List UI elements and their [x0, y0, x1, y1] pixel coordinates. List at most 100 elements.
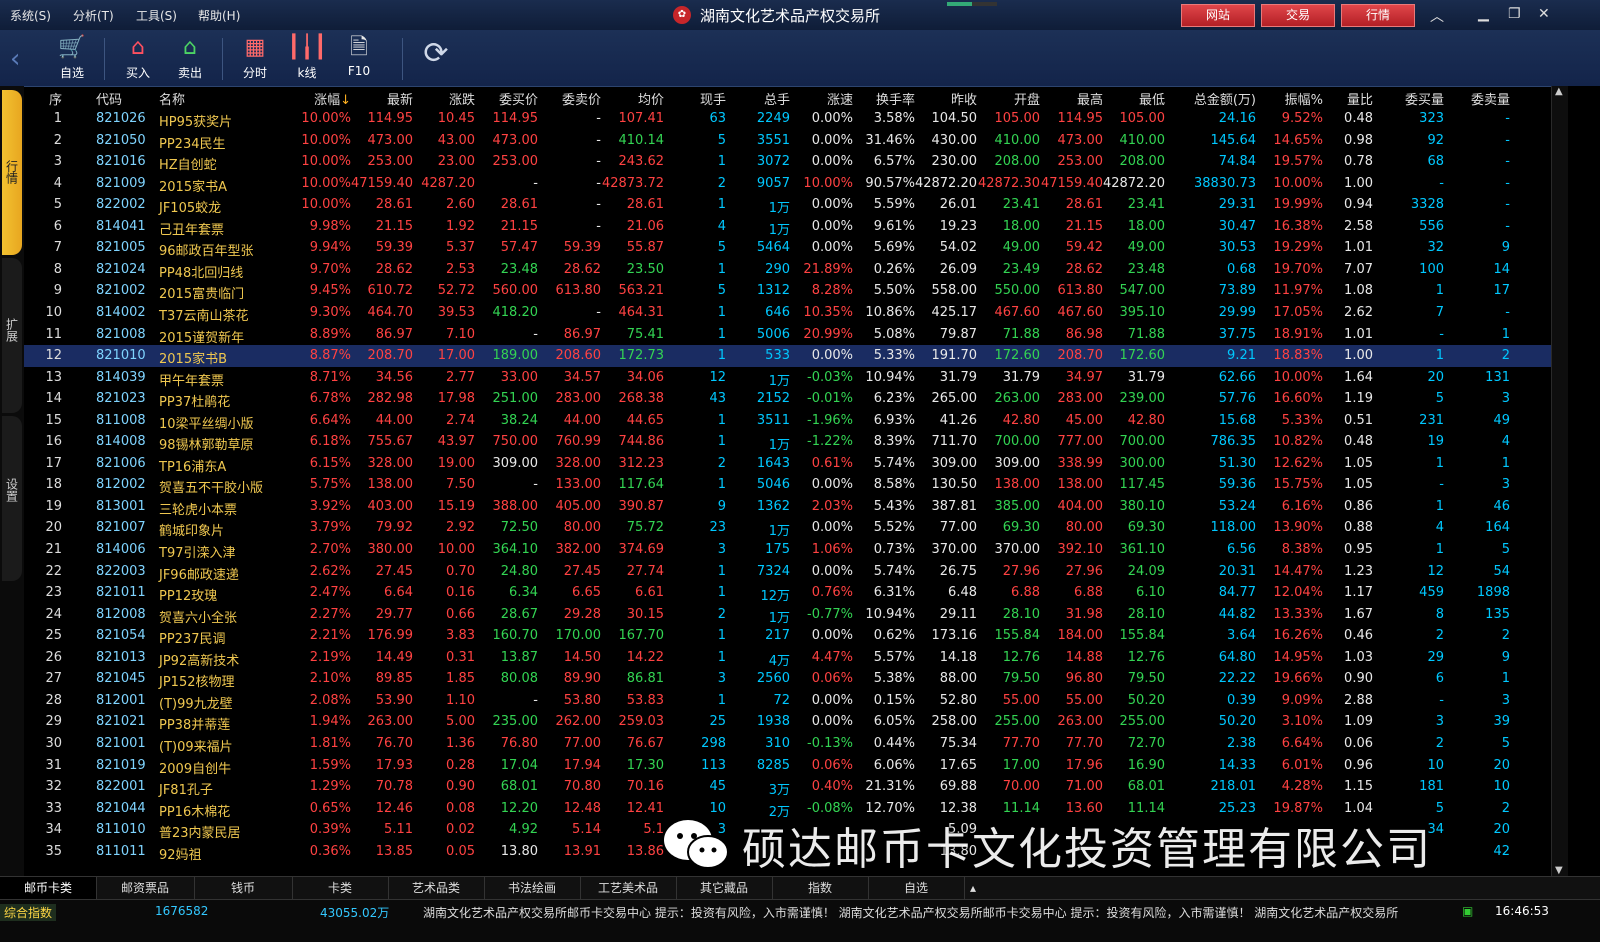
header-col-speed[interactable]: 涨速	[827, 89, 853, 108]
header-col-high[interactable]: 最高	[1077, 89, 1103, 108]
header-col-ask[interactable]: 委卖价	[562, 89, 601, 108]
buy-button[interactable]: ⌂ 买入	[114, 34, 162, 81]
tab-category-9[interactable]: 自选	[868, 877, 965, 899]
table-row[interactable]: 13 814039 甲午年套票 8.71% 34.56 2.77 33.00 34.57 34.…	[24, 367, 1551, 389]
header-col-low[interactable]: 最低	[1139, 89, 1165, 108]
table-row[interactable]: 12 821010 2015家书B 8.87% 208.70 17.00 189.00 208…	[24, 345, 1551, 367]
table-row[interactable]: 7 821005 96邮政百年型张 9.94% 59.39 5.37 57.47 59.39 5…	[24, 237, 1551, 259]
table-row[interactable]: 28 812001 (T)99九龙壁 2.08% 53.90 1.10 - 53.80 53.8…	[24, 690, 1551, 712]
header-col-name[interactable]: 名称	[159, 89, 185, 108]
cell-low: 31.79	[1127, 369, 1165, 385]
header-col-vol-total[interactable]: 总手	[764, 89, 790, 108]
cell-change-pct: 2.08%	[309, 692, 351, 708]
table-row[interactable]: 32 822001 JF81孔子 1.29% 70.78 0.90 68.01 70.80 70…	[24, 776, 1551, 798]
header-col-amplitude[interactable]: 振幅%	[1285, 89, 1323, 108]
table-row[interactable]: 17 821006 TP16浦东A 6.15% 328.00 19.00 309.00 328…	[24, 453, 1551, 475]
side-tab-quote[interactable]: 行情	[2, 90, 22, 255]
cell-vol-total: 1312	[756, 283, 790, 299]
tab-category-1[interactable]: 邮资票品	[96, 877, 195, 899]
table-row[interactable]: 31 821019 2009自创牛 1.59% 17.93 0.28 17.04 17.94 1…	[24, 755, 1551, 777]
table-row[interactable]: 15 811008 10梁平丝绸小版 6.64% 44.00 2.74 38.24 44.00…	[24, 410, 1551, 432]
tab-category-5[interactable]: 书法绘画	[484, 877, 581, 899]
favorites-button[interactable]: 🛒 自选	[48, 34, 96, 81]
table-row[interactable]: 27 821045 JP152核物理 2.10% 89.85 1.85 80.08 89.90…	[24, 668, 1551, 690]
cell-turnover: 8.58%	[873, 477, 915, 493]
kline-button[interactable]: ┃╽┃ k线	[283, 34, 331, 81]
header-col-last[interactable]: 最新	[387, 89, 413, 108]
header-col-open[interactable]: 开盘	[1014, 89, 1040, 108]
table-row[interactable]: 3 821016 HZ自创蛇 10.00% 253.00 23.00 253.00-243.…	[24, 151, 1551, 173]
header-col-change[interactable]: 涨跌	[449, 89, 475, 108]
header-col-avg[interactable]: 均价	[638, 89, 664, 108]
header-col-ask-vol[interactable]: 委卖量	[1471, 89, 1510, 108]
tabs-scroll-icon[interactable]: ▴	[966, 877, 980, 899]
table-row[interactable]: 1 821026 HP95获奖片 10.00% 114.95 10.45 114.95 - 10…	[24, 108, 1551, 130]
header-col-bid-vol[interactable]: 委买量	[1405, 89, 1444, 108]
header-col-change-pct[interactable]: 涨幅↓	[314, 89, 351, 108]
menu-tools[interactable]: 工具(S)	[136, 7, 177, 24]
cell-vol-total: 5006	[756, 326, 790, 342]
tab-category-6[interactable]: 工艺美术品	[580, 877, 677, 899]
trade-button[interactable]: 交易	[1261, 4, 1335, 27]
cell-bid-vol: 181	[1419, 779, 1444, 795]
close-icon[interactable]: ✕	[1538, 6, 1550, 22]
table-row[interactable]: 19 813001 三轮虎小本票 3.92% 403.00 15.19 388.00 405.…	[24, 496, 1551, 518]
table-row[interactable]: 29 821021 PP38并蒂莲 1.94% 263.00 5.00 235.00 262.…	[24, 711, 1551, 733]
menu-system[interactable]: 系统(S)	[10, 7, 51, 24]
header-col-bid[interactable]: 委买价	[499, 89, 538, 108]
cell-open: 255.00	[994, 714, 1041, 730]
table-row[interactable]: 26 821013 JP92高新技术 2.19% 14.49 0.31 13.87 14.50…	[24, 647, 1551, 669]
f10-button[interactable]: 🗎 F10	[335, 34, 383, 78]
refresh-button[interactable]: ⟳	[412, 39, 460, 70]
table-row[interactable]: 2 821050 PP234民生 10.00% 473.00 43.00 473.00 - 41…	[24, 130, 1551, 152]
header-col-code[interactable]: 代码	[96, 89, 122, 108]
cell-prev-close: 130.50	[931, 477, 978, 493]
table-row[interactable]: 20 821007 鹤城印象片 3.79% 79.92 2.92 72.50 80.00 75.…	[24, 517, 1551, 539]
table-row[interactable]: 11 821008 2015谨贺新年 8.89% 86.97 7.10-86.97 75.4…	[24, 324, 1551, 346]
table-row[interactable]: 30 821001 (T)09来福片 1.81% 76.70 1.36 76.80 77.00…	[24, 733, 1551, 755]
cell-prev-close: 230.00	[931, 154, 978, 170]
tab-category-8[interactable]: 指数	[772, 877, 869, 899]
tab-category-7[interactable]: 其它藏品	[676, 877, 773, 899]
tab-category-2[interactable]: 钱币	[194, 877, 293, 899]
table-row[interactable]: 6 814041 己丑年套票 9.98% 21.15 1.92 21.15 - 21.06 4 1万…	[24, 216, 1551, 238]
cell-high: 338.99	[1057, 455, 1104, 471]
minimize-icon[interactable]: ▁	[1478, 6, 1489, 22]
cell-vol-ratio: 1.64	[1344, 369, 1373, 385]
collapse-icon[interactable]: ︿	[1430, 6, 1444, 26]
scroll-up-icon[interactable]: ▲	[1555, 86, 1563, 97]
tab-stamp-coin-card[interactable]: 邮币卡类	[0, 877, 97, 899]
header-col-vol-now[interactable]: 现手	[700, 89, 726, 108]
table-row[interactable]: 22 822003 JF96邮政速递 2.62% 27.45 0.70 24.80 27.45…	[24, 561, 1551, 583]
quote-button[interactable]: 行情	[1341, 4, 1415, 27]
vertical-scrollbar[interactable]: ▲ ▼	[1551, 86, 1569, 876]
website-button[interactable]: 网站	[1181, 4, 1255, 27]
header-col-seq[interactable]: 序	[49, 89, 62, 108]
table-row[interactable]: 10 814002 T37云南山茶花 9.30% 464.70 39.53 418.20 - 4…	[24, 302, 1551, 324]
restore-icon[interactable]: ❐	[1508, 6, 1521, 22]
table-row[interactable]: 9 821002 2015富贵临门 9.45% 610.72 52.72 560.00 613…	[24, 280, 1551, 302]
table-row[interactable]: 25 821054 PP237民调 2.21% 176.99 3.83 160.70 170.…	[24, 625, 1551, 647]
header-col-vol-ratio[interactable]: 量比	[1347, 89, 1373, 108]
side-tab-extend[interactable]: 扩展	[2, 258, 22, 413]
table-row[interactable]: 23 821011 PP12玫瑰 2.47% 6.64 0.16 6.34 6.65 6.61 1…	[24, 582, 1551, 604]
timeshare-button[interactable]: ▦ 分时	[231, 34, 279, 81]
menu-analysis[interactable]: 分析(T)	[73, 7, 114, 24]
back-arrow-icon[interactable]: ‹	[10, 44, 20, 74]
table-row[interactable]: 8 821024 PP48北回归线 9.70% 28.62 2.53 23.48 28.62 2…	[24, 259, 1551, 281]
side-tab-settings[interactable]: 设置	[2, 416, 22, 581]
tab-category-4[interactable]: 艺术品类	[388, 877, 485, 899]
table-row[interactable]: 4 821009 2015家书A 10.00% 47159.40 4287.20- -428…	[24, 173, 1551, 195]
header-col-amount[interactable]: 总金额(万)	[1194, 89, 1256, 108]
header-col-turnover[interactable]: 换手率	[876, 89, 915, 108]
tab-category-3[interactable]: 卡类	[292, 877, 389, 899]
menu-help[interactable]: 帮助(H)	[198, 7, 240, 24]
table-row[interactable]: 24 812008 贺喜六小全张 2.27% 29.77 0.66 28.67 29.28 30…	[24, 604, 1551, 626]
table-row[interactable]: 16 814008 98锡林郭勒草原 6.18% 755.67 43.97 750.00 76…	[24, 431, 1551, 453]
header-col-prev-close[interactable]: 昨收	[951, 89, 977, 108]
table-row[interactable]: 5 822002 JF105蛟龙 10.00% 28.61 2.60 28.61-28.61…	[24, 194, 1551, 216]
table-row[interactable]: 14 821023 PP37杜鹃花 6.78% 282.98 17.98 251.00 283…	[24, 388, 1551, 410]
table-row[interactable]: 21 814006 T97引滦入津 2.70% 380.00 10.00 364.10 382…	[24, 539, 1551, 561]
sell-button[interactable]: ⌂ 卖出	[166, 34, 214, 81]
table-row[interactable]: 18 812002 贺喜五不干胶小版 5.75% 138.00 7.50-133.00 11…	[24, 474, 1551, 496]
